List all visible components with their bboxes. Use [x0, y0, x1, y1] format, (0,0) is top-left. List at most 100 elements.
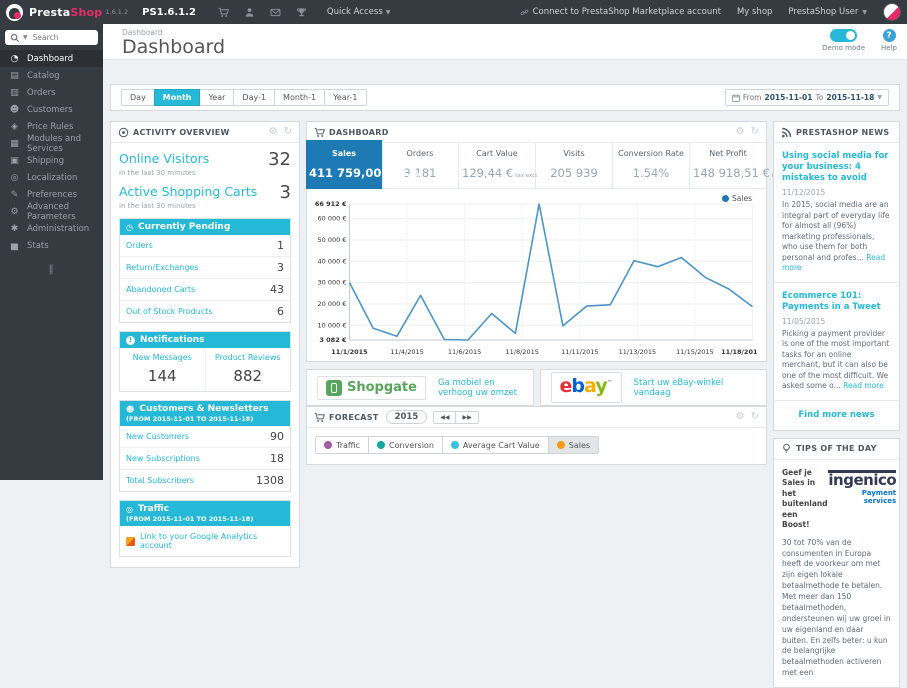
read-more-link[interactable]: Read more: [782, 253, 885, 273]
stat-link[interactable]: Orders: [126, 241, 153, 250]
date-from: 2015-11-01: [764, 93, 813, 102]
sidebar-item-advanced-parameters[interactable]: ⚙ Advanced Parameters: [0, 202, 103, 222]
previous-year-button[interactable]: ◀◀: [434, 411, 456, 423]
sidebar-item-localization[interactable]: ◎ Localization: [0, 169, 103, 186]
shopgate-logo-text: Shopgate: [347, 380, 417, 395]
chart-legend[interactable]: Sales: [722, 194, 752, 203]
notifications-cols: New Messages 144 Product Reviews 882: [120, 348, 290, 391]
notification-col-product-reviews: Product Reviews 882: [204, 348, 291, 391]
forecast-toggle-sales[interactable]: Sales: [547, 436, 600, 454]
gear-icon[interactable]: ⚙: [269, 127, 278, 137]
sidebar-item-modules-and-services[interactable]: ▦ Modules and Services: [0, 133, 103, 154]
mail-icon[interactable]: [270, 7, 281, 18]
forecast-toggle-conversion[interactable]: Conversion: [368, 436, 443, 454]
content: Day Month Year Day-1 Month-1 Year-1 From 2015…: [103, 60, 907, 688]
stat-link[interactable]: Out of Stock Products: [126, 307, 213, 316]
google-analytics-icon: [126, 536, 135, 546]
toggle-label: Average Cart Value: [462, 440, 540, 450]
active-carts-label[interactable]: Active Shopping Carts: [119, 184, 257, 199]
kpi-tab-sales[interactable]: Sales 411 759,00 € tax excl.: [306, 140, 422, 189]
ebay-link[interactable]: Start uw eBay-winkel vandaag: [634, 378, 756, 398]
refresh-icon[interactable]: ↻: [284, 127, 292, 137]
demo-mode-control: Demo mode: [822, 29, 865, 52]
collapse-menu-button[interactable]: ‖: [0, 264, 103, 275]
stat-value: 1308: [256, 474, 284, 487]
breadcrumb: Dashboard: [122, 28, 163, 37]
sidebar-item-label: Dashboard: [27, 53, 74, 64]
cart-icon[interactable]: [218, 7, 229, 18]
my-shop-link[interactable]: My shop: [737, 7, 772, 17]
user-menu[interactable]: PrestaShop User ▼: [788, 7, 867, 17]
svg-text:60 000 €: 60 000 €: [318, 215, 347, 223]
svg-text:50 000 €: 50 000 €: [318, 236, 347, 244]
sidebar-item-customers[interactable]: ☻ Customers: [0, 101, 103, 118]
stat-link[interactable]: Return/Exchanges: [126, 263, 199, 272]
forecast-year[interactable]: 2015: [385, 410, 428, 424]
date-range-picker[interactable]: From 2015-11-01 To 2015-11-18 ▼: [724, 89, 889, 106]
page-header: Dashboard Dashboard Demo mode ? Help: [103, 24, 907, 60]
notification-value: 882: [233, 367, 263, 385]
user-avatar[interactable]: [883, 3, 901, 21]
forecast-toggle-average-cart-value[interactable]: Average Cart Value: [441, 436, 549, 454]
kpi-tab-cart-value[interactable]: Cart Value 129,44 € tax excl.: [459, 143, 539, 188]
chevron-down-icon[interactable]: ▼: [23, 34, 28, 41]
sales-chart-wrap: Sales 11/1/2015 11/4/2015 11/6/2015 11/8/20…: [307, 189, 766, 361]
user-icon[interactable]: [244, 7, 255, 18]
online-visitors-label[interactable]: Online Visitors: [119, 151, 209, 166]
notification-col-new-messages: New Messages 144: [120, 348, 205, 391]
sidebar-item-stats[interactable]: ▅ Stats: [0, 237, 103, 254]
forecast-toggle-traffic[interactable]: Traffic: [315, 436, 370, 454]
stat-value: 3: [277, 261, 284, 274]
google-analytics-link[interactable]: Link to your Google Analytics account: [120, 526, 290, 556]
kpi-tab-net-profit[interactable]: Net Profit 148 918,51 €tax excl.: [690, 143, 795, 188]
range-button-day-1[interactable]: Day-1: [233, 89, 276, 106]
range-button-day[interactable]: Day: [121, 89, 155, 106]
marketplace-link[interactable]: Connect to PrestaShop Marketplace accoun…: [520, 7, 721, 17]
demo-mode-toggle[interactable]: [830, 29, 858, 42]
range-button-year[interactable]: Year: [199, 89, 235, 106]
stat-link[interactable]: New Subscriptions: [126, 454, 200, 463]
quick-access-menu[interactable]: Quick Access ▼: [327, 7, 390, 17]
sidebar-item-catalog[interactable]: ▤ Catalog: [0, 67, 103, 84]
sidebar-item-orders[interactable]: ▥ Orders: [0, 84, 103, 101]
refresh-icon[interactable]: ↻: [751, 412, 759, 422]
notification-label[interactable]: Product Reviews: [208, 353, 289, 362]
gear-icon[interactable]: ⚙: [736, 127, 745, 137]
notification-label[interactable]: New Messages: [122, 353, 203, 362]
search-input[interactable]: [30, 32, 93, 43]
customers-newsletters-section: ☻ Customers & Newsletters (FROM 2015-11-0…: [119, 400, 291, 492]
stat-row: Out of Stock Products 6: [120, 300, 290, 322]
orders-icon: ▥: [10, 87, 19, 98]
range-button-year-1[interactable]: Year-1: [324, 89, 367, 106]
news-item-title[interactable]: Using social media for your business: 4 …: [782, 151, 891, 184]
sidebar-item-dashboard[interactable]: ◔ Dashboard: [0, 50, 103, 67]
stat-link[interactable]: Abandoned Carts: [126, 285, 195, 294]
range-button-month-1[interactable]: Month-1: [274, 89, 326, 106]
kpi-tab-conversion-rate[interactable]: Conversion Rate 1.54%: [613, 143, 690, 188]
stat-link[interactable]: New Customers: [126, 432, 189, 441]
shopgate-link[interactable]: Ga mobiel en verhoog uw omzet: [438, 378, 523, 398]
sidebar-item-label: Customers: [27, 104, 73, 115]
sidebar-item-preferences[interactable]: ✎ Preferences: [0, 186, 103, 203]
sidebar-item-label: Modules and Services: [27, 133, 82, 154]
range-button-month[interactable]: Month: [153, 89, 201, 106]
sidebar-item-price-rules[interactable]: ◈ Price Rules: [0, 118, 103, 135]
refresh-icon[interactable]: ↻: [751, 127, 759, 137]
gear-icon[interactable]: ⚙: [736, 412, 745, 422]
sidebar-item-administration[interactable]: ✱ Administration: [0, 220, 103, 237]
find-more-news-link[interactable]: Find more news: [774, 401, 899, 430]
help-icon[interactable]: ?: [882, 29, 896, 42]
kpi-tab-orders[interactable]: Orders 3 181: [382, 143, 459, 188]
kpi-tab-visits[interactable]: Visits 205 939: [536, 143, 613, 188]
sidebar-search[interactable]: ▼: [5, 30, 98, 45]
section-title: Currently Pending: [137, 222, 231, 232]
section-subtitle: (FROM 2015-11-01 TO 2015-11-18): [126, 515, 254, 523]
news-item-title[interactable]: Ecommerce 101: Payments in a Tweet: [782, 291, 891, 313]
stat-link[interactable]: Total Subscribers: [126, 476, 194, 485]
sidebar-item-shipping[interactable]: ▣ Shipping: [0, 152, 103, 169]
advanced-parameters-icon: ⚙: [10, 206, 19, 217]
sidebar-item-label: Administration: [27, 223, 90, 234]
read-more-link[interactable]: Read more: [843, 381, 884, 390]
next-year-button[interactable]: ▶▶: [455, 411, 478, 423]
trophy-icon[interactable]: [296, 7, 307, 18]
